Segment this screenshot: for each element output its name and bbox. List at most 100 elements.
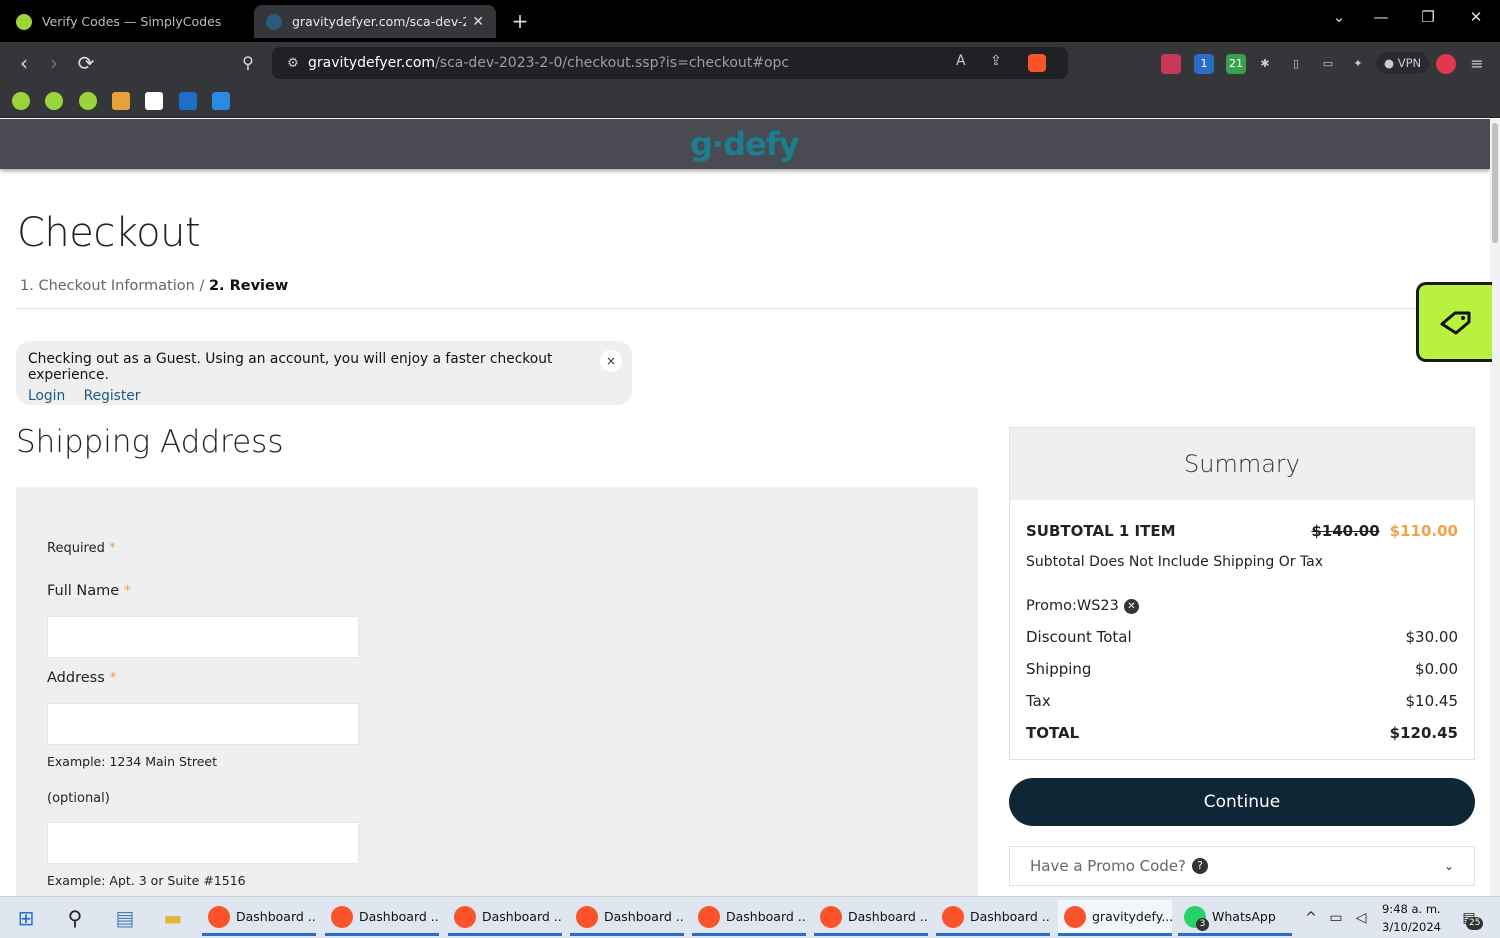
vpn-button[interactable]: ● VPN [1376,52,1430,74]
gdefy-logo[interactable]: g·defy [690,125,799,163]
search-icon[interactable]: ⚲ [62,905,88,931]
bookmark-simplycodes-icon[interactable] [12,92,30,110]
sidebar-icon[interactable]: ▯ [1286,54,1306,74]
simplycodes-extension-icon[interactable]: 21 [1226,54,1246,74]
close-tab-icon[interactable]: ✕ [472,14,484,30]
bookmark-simplycodes-icon[interactable] [45,92,63,110]
brave-shields-icon[interactable] [1028,54,1046,72]
taskbar-app-dashboard[interactable]: Dashboard ... [570,900,684,936]
optional-label: (optional) [47,791,110,806]
taskbar-app-dashboard[interactable]: Dashboard ... [202,900,316,936]
close-notice-button[interactable]: × [600,350,622,372]
brave-icon [942,905,964,928]
volume-icon[interactable]: ◁ [1348,905,1374,931]
divider [16,308,1474,309]
site-favicon-icon [266,13,282,30]
chevron-up-icon[interactable]: ^ [1298,905,1324,931]
notifications-icon[interactable]: ▤25 [1456,905,1484,931]
close-window-icon[interactable]: ✕ [1464,8,1488,26]
back-icon[interactable]: ‹ [12,51,36,75]
total-label: TOTAL [1026,724,1080,742]
page-scrollbar[interactable] [1490,119,1500,896]
brave-icon [454,905,476,928]
bookmarks-bar [0,84,1500,118]
continue-button[interactable]: Continue [1009,778,1475,826]
tab-verify-codes[interactable]: Verify Codes — SimplyCodes [4,5,250,38]
taskbar-app-dashboard[interactable]: Dashboard ... [692,900,806,936]
tab-title: gravitydefyer.com/sca-dev-202 [292,14,466,29]
bookmark-gmail-icon[interactable] [145,92,163,110]
restore-icon[interactable]: ❐ [1416,8,1440,26]
network-icon[interactable]: ▭ [1323,905,1349,931]
shipping-address-title: Shipping Address [16,424,284,460]
brave-icon [208,905,230,928]
shipping-value: $0.00 [1415,660,1458,678]
required-label: Required * [47,541,116,556]
summary-title: Summary [1010,428,1474,500]
extensions-puzzle-icon[interactable]: ✱ [1255,54,1275,74]
system-clock[interactable]: 9:48 a. m. 3/10/2024 [1382,900,1441,936]
address2-field[interactable] [47,822,359,864]
checkout-steps: 1. Checkout Information / 2. Review [20,278,288,294]
file-explorer-icon[interactable]: ▬ [160,905,186,931]
forward-icon[interactable]: › [42,51,66,75]
address-bar[interactable]: ⚙ gravitydefyer.com/sca-dev-2023-2-0/che… [272,47,1068,79]
tab-search-chevron-icon[interactable]: ⌄ [1327,8,1351,26]
shipping-label: Shipping [1026,660,1092,678]
scrollbar-thumb[interactable] [1492,123,1498,243]
bookmark-home-icon[interactable] [212,92,230,110]
bookmark-simplycodes-icon[interactable] [79,92,97,110]
address-field[interactable] [47,703,359,745]
taskbar-app-dashboard[interactable]: Dashboard ... [325,900,439,936]
brave-icon [1064,905,1086,928]
taskbar-app-dashboard[interactable]: Dashboard ... [448,900,562,936]
browser-toolbar: ‹ › ⟳ ⚲ ⚙ gravitydefyer.com/sca-dev-2023… [0,42,1500,84]
register-link[interactable]: Register [84,388,141,404]
windows-start-icon[interactable]: ⊞ [13,905,39,931]
simplycodes-icon [16,13,32,30]
promo-badge-button[interactable] [1416,282,1492,362]
calendar-extension-icon[interactable] [1161,54,1181,74]
page-title: Checkout [17,210,201,256]
new-tab-button[interactable]: + [508,9,532,33]
help-icon[interactable]: ? [1192,858,1209,874]
guest-message: Checking out as a Guest. Using an accoun… [28,351,553,383]
minimize-icon[interactable]: — [1369,8,1393,26]
login-link[interactable]: Login [28,388,65,404]
address2-example: Example: Apt. 3 or Suite #1516 [47,873,246,888]
menu-icon[interactable]: ≡ [1467,54,1487,74]
remove-promo-icon[interactable]: ✕ [1123,598,1139,614]
step-checkout-information[interactable]: 1. Checkout Information [20,278,195,294]
tax-label: Tax [1026,692,1051,710]
bookmark-photos-icon[interactable] [112,92,130,110]
task-view-icon[interactable]: ▤ [112,905,138,931]
shipping-row: Shipping $0.00 [1026,660,1458,678]
share-icon[interactable]: ⇪ [990,53,1002,69]
discount-value: $30.00 [1405,628,1459,646]
applied-promo: Promo:WS23 ✕ [1026,598,1139,614]
whatsapp-icon: 3 [1184,905,1209,931]
taskbar-app-dashboard[interactable]: Dashboard ... [814,900,928,936]
bookmark-icon[interactable]: ⚲ [236,51,260,75]
translate-icon[interactable]: A [956,53,966,69]
subtotal-row: SUBTOTAL 1 ITEM $140.00 $110.00 [1026,522,1458,540]
leo-ai-icon[interactable]: ✦ [1348,54,1368,74]
brave-icon [698,905,720,928]
taskbar-app-gravitydefyer[interactable]: gravitydefy... [1058,900,1172,936]
wallet-icon[interactable]: ▭ [1318,54,1338,74]
brave-icon [576,905,598,928]
bookmark-outlook-icon[interactable] [179,92,197,110]
brave-icon [331,905,353,928]
taskbar-app-dashboard[interactable]: Dashboard ... [936,900,1050,936]
profile-icon[interactable] [1436,54,1456,74]
whatsapp-badge: 3 [1196,917,1209,931]
total-value: $120.45 [1389,724,1458,742]
taskbar-app-whatsapp[interactable]: 3 WhatsApp [1178,900,1292,936]
full-name-field[interactable] [47,616,359,658]
promo-code-toggle[interactable]: Have a Promo Code? ? ⌄ [1009,846,1475,886]
reload-icon[interactable]: ⟳ [74,51,98,75]
site-info-icon[interactable]: ⚙ [278,56,308,71]
tab-gravitydefyer[interactable]: gravitydefyer.com/sca-dev-202 ✕ [254,5,496,38]
address-label: Address * [47,670,117,686]
extension-icon[interactable]: 1 [1194,54,1214,74]
